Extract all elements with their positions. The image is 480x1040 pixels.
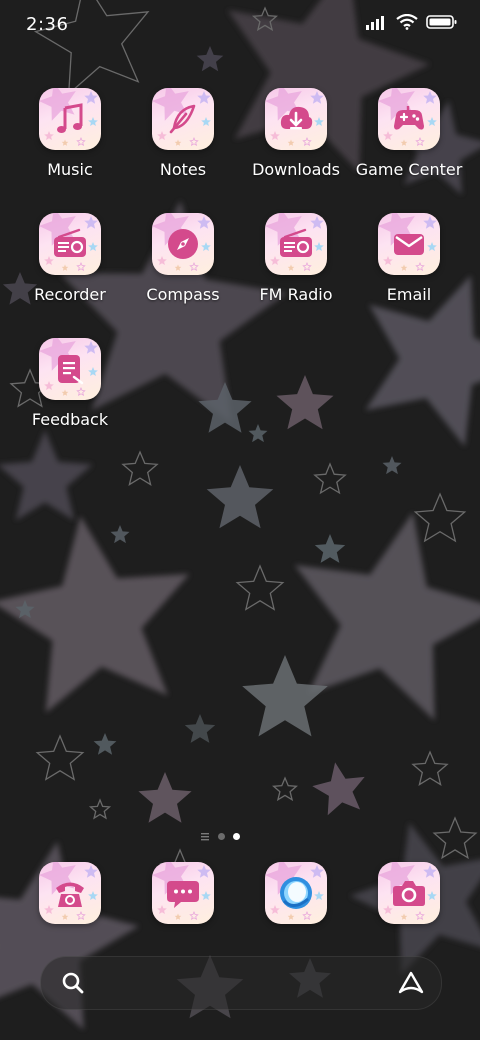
app-feedback[interactable]: Feedback xyxy=(14,338,126,448)
app-tile[interactable] xyxy=(39,88,101,150)
app-label: Notes xyxy=(159,160,207,179)
dock xyxy=(0,860,480,930)
dock-app-phone[interactable] xyxy=(14,862,126,928)
app-label: Music xyxy=(47,160,93,179)
wallpaper-star xyxy=(314,534,346,563)
app-tile[interactable] xyxy=(152,862,214,924)
app-label: FM Radio xyxy=(259,285,333,304)
wallpaper-star xyxy=(235,564,285,611)
wallpaper-star xyxy=(184,714,216,743)
wallpaper-star xyxy=(121,450,159,486)
dock-app-browser[interactable] xyxy=(240,862,352,928)
gamepad-icon xyxy=(394,106,424,130)
app-game-center[interactable]: Game Center xyxy=(353,88,465,198)
app-music[interactable]: Music xyxy=(14,88,126,198)
wallpaper-star xyxy=(35,734,85,781)
wallpaper-star xyxy=(382,456,402,475)
wallpaper-star xyxy=(138,772,192,823)
app-grid: Music Notes Downloads Game Center Record… xyxy=(0,0,480,440)
app-tile[interactable] xyxy=(378,88,440,150)
app-tile[interactable] xyxy=(39,213,101,275)
app-downloads[interactable]: Downloads xyxy=(240,88,352,198)
page-indicator[interactable] xyxy=(200,829,280,843)
wallpaper-star xyxy=(313,462,347,495)
app-tile[interactable] xyxy=(265,88,327,150)
search-icon[interactable] xyxy=(61,971,85,995)
app-tile[interactable] xyxy=(39,862,101,924)
app-label: Feedback xyxy=(31,410,109,429)
chat-bubble-icon xyxy=(167,881,199,908)
dock-app-camera[interactable] xyxy=(353,862,465,928)
wallpaper-star xyxy=(93,733,117,755)
app-recorder[interactable]: Recorder xyxy=(14,213,126,323)
list-page-icon[interactable] xyxy=(200,832,210,841)
app-label: Email xyxy=(386,285,432,304)
app-tile[interactable] xyxy=(265,213,327,275)
music-note-icon xyxy=(57,103,83,133)
quill-pen-icon xyxy=(169,104,196,134)
radio-icon xyxy=(54,228,86,257)
app-tile[interactable] xyxy=(378,213,440,275)
app-label: Game Center xyxy=(355,160,463,179)
envelope-icon xyxy=(394,234,424,255)
wallpaper-star xyxy=(432,816,478,860)
wallpaper-star xyxy=(271,776,299,802)
app-tile[interactable] xyxy=(152,88,214,150)
radio-icon xyxy=(280,228,312,257)
wallpaper-star xyxy=(88,798,112,820)
app-notes[interactable]: Notes xyxy=(127,88,239,198)
globe-icon xyxy=(280,877,312,909)
compass-icon xyxy=(168,229,198,259)
wallpaper-star xyxy=(242,655,328,737)
camera-icon xyxy=(393,881,425,906)
app-compass[interactable]: Compass xyxy=(127,213,239,323)
wallpaper-star xyxy=(411,750,449,786)
wallpaper-star xyxy=(413,492,467,543)
wallpaper-star xyxy=(110,525,130,544)
wallpaper-star xyxy=(206,465,274,529)
telephone-icon xyxy=(56,882,84,907)
app-tile[interactable] xyxy=(152,213,214,275)
page-dot[interactable] xyxy=(218,832,225,840)
search-bar[interactable] xyxy=(40,956,442,1010)
app-fm-radio[interactable]: FM Radio xyxy=(240,213,352,323)
app-label: Compass xyxy=(146,285,220,304)
app-tile[interactable] xyxy=(378,862,440,924)
page-dot-active[interactable] xyxy=(233,832,240,840)
feedback-icon xyxy=(58,355,84,385)
dock-app-messages[interactable] xyxy=(127,862,239,928)
app-label: Downloads xyxy=(252,160,340,179)
app-email[interactable]: Email xyxy=(353,213,465,323)
download-cloud-icon xyxy=(280,106,313,130)
wallpaper-star xyxy=(312,762,365,816)
assistant-icon[interactable] xyxy=(397,970,425,996)
app-tile[interactable] xyxy=(265,862,327,924)
app-tile[interactable] xyxy=(39,338,101,400)
app-label: Recorder xyxy=(34,285,106,304)
